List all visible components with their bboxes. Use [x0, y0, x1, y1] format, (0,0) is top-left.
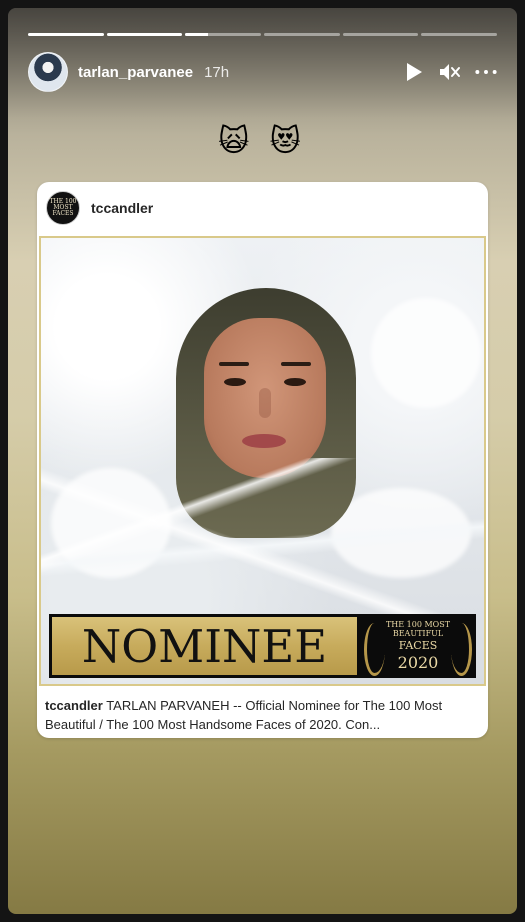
story-controls	[403, 61, 497, 83]
emoji-sticker: 🙀 😻	[218, 125, 307, 158]
shared-post-card[interactable]: THE 100 MOST FACES tccandler NOMINEE THE…	[37, 182, 488, 738]
eyebrow	[281, 362, 311, 366]
story-viewer[interactable]: tarlan_parvanee 17h 🙀 😻 THE 100 MOST FAC…	[8, 8, 517, 914]
faces-2020-badge: THE 100 MOST BEAUTIFUL FACES 2020	[364, 617, 472, 676]
laurel-left-icon	[364, 623, 385, 676]
post-avatar-text: THE 100 MOST FACES	[49, 198, 77, 217]
nominee-label-box: NOMINEE	[52, 617, 357, 675]
eyebrow	[219, 362, 249, 366]
badge-line1: THE 100 MOST	[385, 620, 451, 629]
frosted-branches	[41, 458, 484, 618]
post-caption[interactable]: tccandler TARLAN PARVANEH -- Official No…	[45, 696, 480, 734]
badge-line3: FACES	[398, 639, 438, 652]
eye	[224, 378, 246, 386]
more-button[interactable]	[475, 61, 497, 83]
badge-year: 2020	[397, 653, 439, 672]
play-icon	[407, 63, 422, 81]
progress-segment	[421, 33, 498, 36]
nominee-banner: NOMINEE THE 100 MOST BEAUTIFUL FACES 202…	[49, 614, 476, 678]
caption-text: TARLAN PARVANEH -- Official Nominee for …	[45, 698, 443, 732]
eye	[284, 378, 306, 386]
avatar[interactable]	[28, 52, 68, 92]
story-time: 17h	[204, 63, 230, 81]
post-header: THE 100 MOST FACES tccandler	[37, 182, 488, 234]
story-progress-bar	[28, 33, 498, 36]
story-header: tarlan_parvanee 17h	[28, 52, 497, 92]
lips	[242, 434, 286, 448]
badge-line2: BEAUTIFUL	[392, 629, 444, 638]
frost-blur	[61, 278, 151, 368]
post-username[interactable]: tccandler	[91, 200, 153, 216]
mute-button[interactable]	[439, 61, 461, 83]
play-button[interactable]	[403, 61, 425, 83]
progress-segment	[185, 33, 262, 36]
mute-icon	[440, 64, 460, 80]
more-icon	[475, 70, 497, 74]
nose	[259, 388, 271, 418]
frost-blur	[371, 298, 481, 408]
progress-segment	[106, 33, 183, 36]
post-avatar[interactable]: THE 100 MOST FACES	[46, 191, 80, 225]
laurel-right-icon	[451, 623, 472, 676]
progress-segment	[264, 33, 340, 36]
caption-username[interactable]: tccandler	[45, 698, 103, 713]
post-image[interactable]: NOMINEE THE 100 MOST BEAUTIFUL FACES 202…	[39, 236, 486, 686]
progress-segment	[28, 33, 104, 36]
nominee-text: NOMINEE	[81, 619, 328, 673]
progress-segment	[342, 33, 419, 36]
story-username[interactable]: tarlan_parvanee	[78, 64, 193, 81]
